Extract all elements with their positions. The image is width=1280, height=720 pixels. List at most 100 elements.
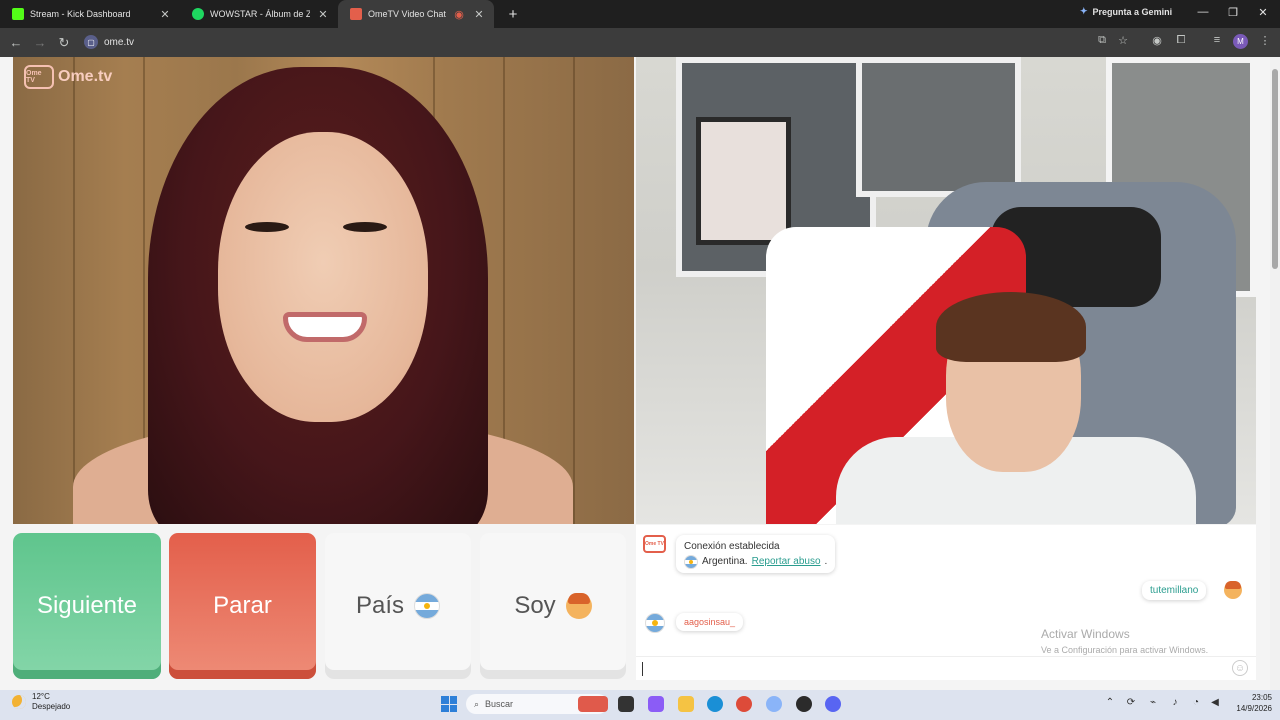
- country-text: Argentina.: [702, 556, 748, 567]
- self-video: [636, 57, 1256, 524]
- task-view-icon[interactable]: [618, 696, 634, 712]
- bookmark-star-icon[interactable]: ☆: [1115, 34, 1131, 47]
- volume-icon[interactable]: ◀: [1208, 697, 1222, 708]
- boy-icon: [1224, 581, 1242, 599]
- windows-start-icon[interactable]: [441, 696, 457, 712]
- windows-taskbar: [0, 690, 1280, 720]
- puzzle-icon[interactable]: ⧠: [1173, 34, 1189, 47]
- tab-ometv[interactable]: OmeTV Video Chat — Ome ◉ ✕: [338, 0, 494, 28]
- close-tab-icon[interactable]: ✕: [158, 8, 172, 21]
- tab-spotify[interactable]: WOWSTAR - Álbum de Zell | Sp ✕: [180, 0, 338, 28]
- scrollbar-thumb[interactable]: [1272, 69, 1278, 269]
- plus-icon[interactable]: +: [504, 6, 522, 23]
- wood-plank: [573, 57, 575, 524]
- watermark-title: Activar Windows: [1041, 627, 1130, 641]
- weather-text: Despejado: [32, 702, 71, 711]
- report-abuse-link[interactable]: Reportar abuso: [752, 554, 821, 569]
- stranger-face: [218, 132, 428, 422]
- maps-icon[interactable]: [766, 696, 782, 712]
- logo-text: Ome.tv: [58, 68, 113, 85]
- peer-avatar: [645, 613, 665, 633]
- date: 14/9/2026: [1236, 704, 1272, 713]
- profile-avatar[interactable]: M: [1233, 34, 1248, 49]
- search-icon: ⌕: [474, 698, 480, 709]
- install-icon[interactable]: ⧉: [1094, 34, 1110, 47]
- tab-label: OmeTV Video Chat — Ome: [368, 9, 446, 19]
- edge-icon[interactable]: [707, 696, 723, 712]
- chevron-up-icon[interactable]: ⌃: [1103, 697, 1117, 708]
- site-info-icon[interactable]: ▢: [84, 35, 98, 49]
- windows-activation-watermark: Activar Windows Ve a Configuración para …: [1041, 626, 1208, 658]
- ometv-system-icon: Ome TV: [643, 535, 666, 553]
- chrome-icon[interactable]: [736, 696, 752, 712]
- close-window-icon[interactable]: ✕: [1256, 6, 1270, 19]
- stranger-smile: [283, 312, 367, 342]
- my-avatar: [1224, 581, 1242, 599]
- temperature: 12°C: [32, 692, 50, 701]
- kick-icon: [12, 8, 24, 20]
- gemini-icon: ✦: [1080, 6, 1088, 16]
- url-field[interactable]: ▢ ome.tv: [84, 33, 134, 51]
- close-tab-icon[interactable]: ✕: [316, 8, 330, 21]
- gender-label: Soy: [514, 592, 556, 619]
- stop-label: Parar: [213, 592, 272, 619]
- obs-icon[interactable]: [796, 696, 812, 712]
- discord-icon[interactable]: [825, 696, 841, 712]
- network-icon[interactable]: ⌁: [1146, 697, 1160, 708]
- emoji-icon[interactable]: ☺: [1232, 660, 1248, 676]
- extension-icon[interactable]: ◉: [1149, 34, 1165, 47]
- reload-icon[interactable]: ↻: [52, 35, 76, 51]
- country-button[interactable]: País: [325, 533, 471, 679]
- stranger-video: [13, 57, 634, 524]
- stranger-eye: [245, 222, 289, 232]
- menu-dots-icon[interactable]: ⋮: [1257, 34, 1273, 47]
- peer-message: aagosinsau_: [676, 613, 744, 631]
- text-caret: [642, 661, 643, 676]
- minimize-icon[interactable]: —: [1196, 6, 1210, 18]
- my-message-text: tutemillano: [1150, 585, 1199, 596]
- microphone-icon[interactable]: ♪: [1168, 697, 1182, 708]
- forward-icon[interactable]: →: [28, 35, 52, 50]
- my-message: tutemillano: [1142, 581, 1207, 600]
- taskbar-clock[interactable]: 23:05 14/9/2026: [1228, 692, 1272, 714]
- tray-app-icon[interactable]: ⟳: [1124, 697, 1138, 708]
- scrollbar[interactable]: [1270, 57, 1280, 690]
- system-message: Conexión establecida Argentina. Reportar…: [676, 535, 836, 573]
- chat-input[interactable]: [636, 656, 1256, 680]
- tab-kick[interactable]: Stream - Kick Dashboard ✕: [0, 0, 180, 28]
- window: [856, 57, 1021, 197]
- copilot-icon[interactable]: [648, 696, 664, 712]
- url-text: ome.tv: [104, 36, 135, 48]
- maximize-icon[interactable]: ❐: [1226, 6, 1240, 19]
- gemini-button[interactable]: ✦ Pregunta a Gemini: [1080, 6, 1172, 17]
- ometv-icon: [350, 8, 362, 20]
- back-icon[interactable]: ←: [4, 35, 28, 50]
- wifi-icon[interactable]: ◔: [1189, 697, 1203, 708]
- country-label: País: [355, 592, 405, 619]
- weather-widget[interactable]: 12°C Despejado: [12, 692, 70, 712]
- peer-message-text: aagosinsau_: [684, 617, 736, 627]
- self-hair: [936, 292, 1086, 362]
- search-highlight-icon[interactable]: [578, 696, 608, 712]
- stop-button[interactable]: Parar: [169, 533, 316, 679]
- next-label: Siguiente: [36, 592, 138, 619]
- close-tab-icon[interactable]: ✕: [472, 8, 486, 21]
- tab-label: WOWSTAR - Álbum de Zell | Sp: [210, 9, 310, 19]
- media-icon[interactable]: ≡: [1209, 34, 1225, 46]
- moon-icon: [12, 695, 26, 709]
- argentina-flag-icon: [684, 554, 698, 569]
- argentina-flag-icon: [414, 593, 441, 619]
- search-placeholder: Buscar: [485, 699, 514, 709]
- next-button[interactable]: Siguiente: [13, 533, 161, 679]
- time: 23:05: [1251, 693, 1272, 702]
- ometv-logo[interactable]: Ome TV Ome.tv: [24, 65, 112, 89]
- boy-icon: [565, 593, 592, 619]
- connection-text: Conexión establecida: [684, 541, 780, 552]
- argentina-flag-icon: [645, 613, 665, 633]
- spotify-icon: [192, 8, 204, 20]
- recording-icon: ◉: [454, 8, 464, 21]
- file-explorer-icon[interactable]: [678, 696, 694, 712]
- gender-button[interactable]: Soy: [480, 533, 626, 679]
- wall-picture: [696, 117, 791, 245]
- report-suffix: .: [824, 556, 828, 567]
